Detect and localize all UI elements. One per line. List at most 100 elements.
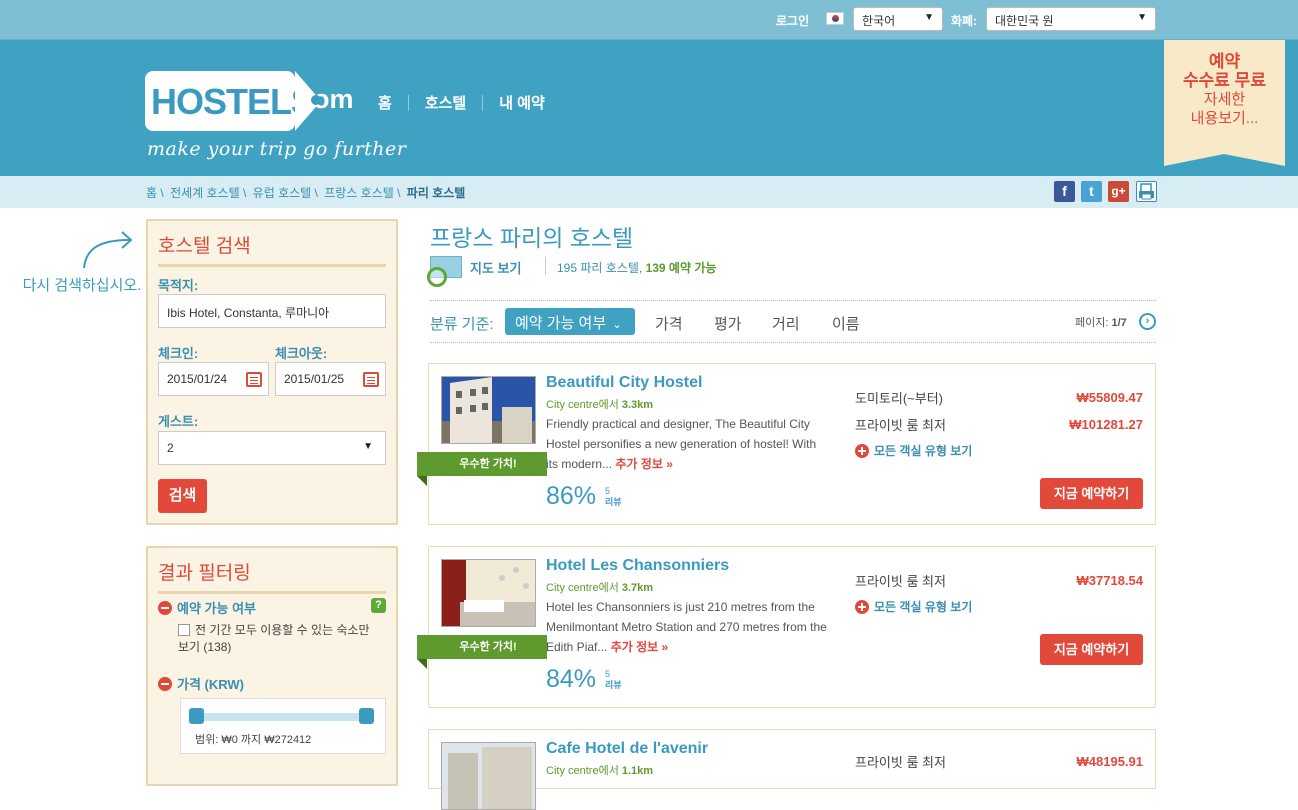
map-view-link[interactable]: 지도 보기 bbox=[470, 258, 521, 277]
price-range-text: 범위: ₩0 까지 ₩272412 bbox=[195, 734, 312, 746]
hostel-photo[interactable] bbox=[441, 742, 536, 810]
nav-hostels[interactable]: 호스텔 bbox=[425, 92, 482, 113]
hostel-name-link[interactable]: Hotel Les Chansonniers bbox=[546, 557, 729, 575]
review-number: 5 bbox=[605, 486, 611, 496]
great-value-badge: 우수한 가치! bbox=[417, 452, 547, 486]
sort-selected: 예약 가능 여부 bbox=[515, 315, 607, 332]
checkin-input[interactable]: 2015/01/24 bbox=[158, 362, 269, 396]
checkout-value: 2015/01/25 bbox=[284, 372, 345, 386]
chevron-down-icon: ⌄ bbox=[612, 319, 622, 331]
room-type-label: 도미토리(~부터) bbox=[855, 391, 944, 406]
distance-value: 3.7km bbox=[621, 582, 654, 594]
curved-arrow-icon bbox=[83, 231, 133, 269]
sort-name[interactable]: 이름 bbox=[832, 313, 860, 334]
review-count[interactable]: 5 리뷰 bbox=[605, 486, 622, 508]
logo-word: HOSTELS bbox=[151, 81, 315, 122]
divider bbox=[545, 257, 546, 275]
plus-icon bbox=[855, 600, 869, 614]
calendar-icon[interactable] bbox=[363, 372, 379, 387]
more-info-link[interactable]: 추가 정보 » bbox=[611, 640, 669, 654]
nav-divider bbox=[407, 94, 409, 111]
review-count[interactable]: 5 리뷰 bbox=[605, 669, 622, 691]
tagline: make your trip go further bbox=[147, 138, 407, 160]
filter-panel-title: 결과 필터링 bbox=[158, 558, 386, 594]
nav-my-bookings[interactable]: 내 예약 bbox=[499, 92, 561, 113]
room-price: ₩37718.54 bbox=[1076, 573, 1144, 588]
all-room-types-link[interactable]: 모든 객실 유형 보기 bbox=[855, 442, 972, 459]
map-icon[interactable] bbox=[427, 256, 462, 287]
description-text: Hotel les Chansonniers is just 210 metre… bbox=[546, 600, 827, 654]
room-type-label: 프라이빗 룸 최저 bbox=[855, 418, 946, 433]
page-value: 1/7 bbox=[1111, 317, 1127, 329]
hostel-description: Friendly practical and designer, The Bea… bbox=[546, 414, 831, 474]
distance-prefix: City centre에서 bbox=[546, 399, 619, 411]
crumb-home[interactable]: 홈 \ bbox=[146, 186, 164, 200]
review-label: 리뷰 bbox=[605, 497, 622, 507]
top-bar: 로그인 한국어 ▼ 화폐: 대한민국 원 ▼ bbox=[0, 0, 1298, 40]
korea-flag-icon bbox=[826, 12, 844, 25]
book-now-button[interactable]: 지금 예약하기 bbox=[1040, 634, 1143, 665]
promo-headline: 예약 수수료 무료 bbox=[1164, 52, 1285, 90]
distance-prefix: City centre에서 bbox=[546, 582, 619, 594]
count-bookable: 139 예약 가능 bbox=[645, 261, 717, 275]
hostels-logo[interactable]: HOSTELS bbox=[145, 71, 321, 131]
plus-icon bbox=[855, 444, 869, 458]
room-type-label: 프라이빗 룸 최저 bbox=[855, 574, 946, 589]
nav-divider bbox=[482, 94, 484, 111]
hostel-distance: City centre에서 3.7km bbox=[546, 579, 653, 595]
print-icon[interactable] bbox=[1136, 181, 1157, 202]
sort-distance[interactable]: 거리 bbox=[772, 313, 800, 334]
sort-price[interactable]: 가격 bbox=[655, 313, 683, 334]
help-icon[interactable]: ? bbox=[371, 598, 386, 613]
count-total: 195 파리 호스텔, bbox=[557, 261, 643, 275]
sort-rating[interactable]: 평가 bbox=[714, 313, 742, 334]
checkin-value: 2015/01/24 bbox=[167, 372, 228, 386]
main-nav: 홈 호스텔 내 예약 bbox=[378, 92, 561, 113]
price-slider-track[interactable] bbox=[195, 713, 367, 721]
destination-input[interactable]: Ibis Hotel, Constanta, 루마니아 bbox=[158, 294, 386, 328]
more-info-link[interactable]: 추가 정보 » bbox=[615, 457, 673, 471]
availability-checkbox[interactable]: 전 기간 모두 이용할 수 있는 숙소만 보기 (138) bbox=[178, 622, 378, 656]
destination-label: 목적지: bbox=[158, 278, 199, 293]
divider bbox=[430, 300, 1156, 301]
crumb-europe[interactable]: 유럽 호스텔 \ bbox=[253, 186, 318, 200]
guests-select[interactable]: 2 ▼ bbox=[158, 431, 386, 465]
book-now-button[interactable]: 지금 예약하기 bbox=[1040, 478, 1143, 509]
description-text: Friendly practical and designer, The Bea… bbox=[546, 417, 817, 471]
hostel-description: Hotel les Chansonniers is just 210 metre… bbox=[546, 597, 831, 657]
hostel-name-link[interactable]: Beautiful City Hostel bbox=[546, 374, 702, 392]
price-slider: 범위: ₩0 까지 ₩272412 bbox=[180, 698, 386, 754]
currency-select[interactable]: 대한민국 원 ▼ bbox=[986, 7, 1156, 31]
sort-availability-select[interactable]: 예약 가능 여부 ⌄ bbox=[505, 308, 635, 335]
availability-filter-toggle[interactable]: 예약 가능 여부 bbox=[158, 598, 256, 617]
room-price: ₩55809.47 bbox=[1076, 390, 1144, 405]
next-page-icon[interactable]: › bbox=[1139, 313, 1156, 330]
hostel-photo[interactable] bbox=[441, 559, 536, 627]
checkbox-icon[interactable] bbox=[178, 624, 190, 636]
price-max-handle[interactable] bbox=[359, 708, 374, 724]
facebook-icon[interactable]: f bbox=[1054, 181, 1075, 202]
crumb-world[interactable]: 전세계 호스텔 \ bbox=[170, 186, 246, 200]
promo-details: 자세한 내용보기... bbox=[1164, 90, 1285, 128]
guests-label: 게스트: bbox=[158, 414, 199, 429]
room-price: ₩101281.27 bbox=[1069, 417, 1143, 432]
hostel-distance: City centre에서 3.3km bbox=[546, 396, 653, 412]
nav-home[interactable]: 홈 bbox=[378, 92, 408, 113]
search-button[interactable]: 검색 bbox=[158, 479, 207, 513]
hostel-distance: City centre에서 1.1km bbox=[546, 762, 653, 778]
language-select[interactable]: 한국어 ▼ bbox=[853, 7, 943, 31]
price-min-handle[interactable] bbox=[189, 708, 204, 724]
google-plus-icon[interactable]: g+ bbox=[1108, 181, 1129, 202]
language-value: 한국어 bbox=[862, 14, 896, 28]
calendar-icon[interactable] bbox=[246, 372, 262, 387]
checkout-input[interactable]: 2015/01/25 bbox=[275, 362, 386, 396]
all-room-types-link[interactable]: 모든 객실 유형 보기 bbox=[855, 598, 972, 615]
twitter-icon[interactable]: t bbox=[1081, 181, 1102, 202]
login-link[interactable]: 로그인 bbox=[776, 12, 809, 29]
no-fee-promo-banner[interactable]: 예약 수수료 무료 자세한 내용보기... bbox=[1164, 40, 1285, 166]
logo-com: com bbox=[298, 84, 354, 114]
hostel-name-link[interactable]: Cafe Hotel de l'avenir bbox=[546, 740, 708, 758]
hostel-photo[interactable] bbox=[441, 376, 536, 444]
crumb-france[interactable]: 프랑스 호스텔 \ bbox=[324, 186, 400, 200]
price-filter-toggle[interactable]: 가격 (KRW) bbox=[158, 674, 244, 693]
